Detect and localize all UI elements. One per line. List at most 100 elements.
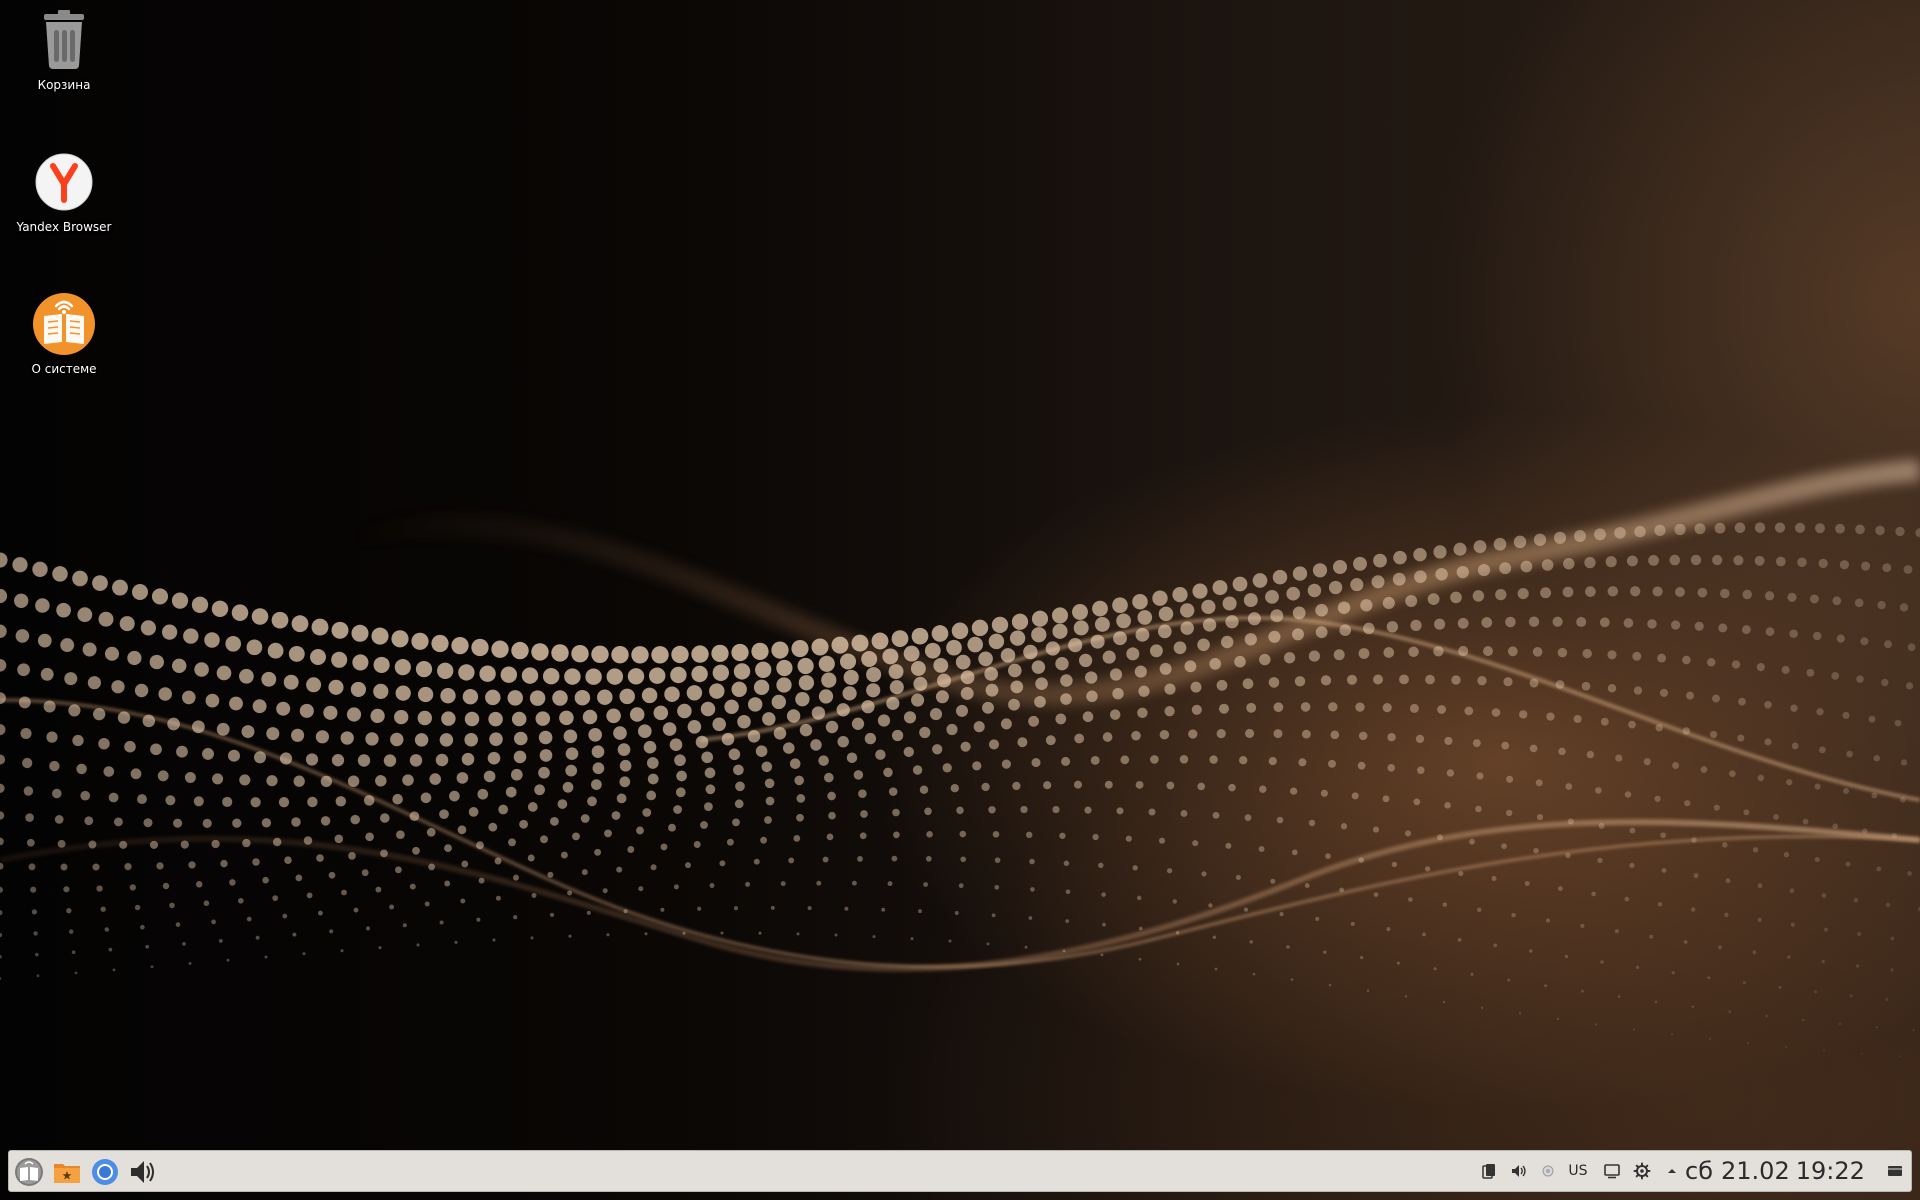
particle-dot xyxy=(323,705,338,720)
file-manager-button[interactable] xyxy=(51,1156,83,1188)
particle-dot xyxy=(1294,676,1306,687)
particle-dot xyxy=(547,871,554,878)
tray-status-indicator[interactable] xyxy=(1537,1151,1559,1191)
particle-dot xyxy=(272,837,282,847)
particle-dot xyxy=(794,775,805,786)
yandex-browser-icon xyxy=(35,153,93,211)
particle-dot xyxy=(1632,1028,1636,1031)
particle-dot xyxy=(1092,833,1099,841)
particle-dot xyxy=(231,604,249,621)
particle-dot xyxy=(1055,713,1067,725)
chromium-button[interactable] xyxy=(89,1156,121,1188)
particle-dot xyxy=(1137,610,1153,625)
particle-dot xyxy=(478,877,485,884)
desktop-icon-yandex-browser[interactable]: Yandex Browser xyxy=(0,150,128,234)
particle-dot xyxy=(988,806,996,814)
particle-dot xyxy=(958,883,964,889)
start-menu-button[interactable] xyxy=(13,1156,45,1188)
particle-dot xyxy=(267,642,284,659)
particle-dot xyxy=(1669,554,1681,566)
particle-dot xyxy=(1259,653,1271,666)
particle-dot xyxy=(824,772,834,783)
particle-dot xyxy=(591,645,609,664)
particle-dot xyxy=(1846,750,1853,758)
particle-dot xyxy=(1009,630,1026,646)
particle-dot xyxy=(1873,754,1881,762)
volume-launcher-button[interactable] xyxy=(127,1156,159,1188)
desktop-icon-about-system[interactable]: О системе xyxy=(0,292,128,376)
particle-dot xyxy=(1404,995,1408,998)
particle-dot xyxy=(1102,650,1116,664)
particle-dot xyxy=(891,729,904,742)
particle-dot xyxy=(1565,783,1573,790)
particle-dot xyxy=(1216,679,1228,691)
particle-dot xyxy=(458,664,475,681)
particle-dot xyxy=(954,911,959,915)
particle-dot xyxy=(1493,537,1507,551)
particle-dot xyxy=(68,704,81,717)
particle-dot xyxy=(348,852,356,860)
particle-dot xyxy=(246,639,263,656)
particle-dot xyxy=(366,926,370,931)
particle-dot xyxy=(1308,650,1320,662)
particle-dot xyxy=(1654,524,1666,537)
particle-dot xyxy=(1315,626,1328,639)
particle-dot xyxy=(1457,938,1462,942)
particle-dot xyxy=(891,855,898,862)
particle-dot xyxy=(1557,647,1568,658)
particle-dot xyxy=(843,669,859,685)
particle-dot xyxy=(175,922,181,927)
particle-dot xyxy=(108,792,119,803)
tray-clock[interactable]: сб 21.02 19:22 xyxy=(1685,1151,1879,1191)
particle-dot xyxy=(1425,674,1435,685)
particle-dot xyxy=(1172,899,1178,904)
particle-dot xyxy=(924,807,932,816)
particle-dot xyxy=(712,717,726,732)
show-desktop-button[interactable] xyxy=(1881,1151,1909,1191)
tray-volume[interactable] xyxy=(1507,1151,1531,1191)
particle-dot xyxy=(347,775,360,787)
particle-dot xyxy=(796,794,806,803)
particle-dot xyxy=(1884,640,1892,649)
tray-clipboard[interactable] xyxy=(1477,1151,1501,1191)
particle-dot xyxy=(511,711,527,727)
particle-dot xyxy=(1417,766,1425,775)
particle-dot xyxy=(396,830,405,840)
particle-dot xyxy=(1868,715,1876,723)
particle-dot xyxy=(925,855,932,862)
particle-dot xyxy=(828,811,836,820)
particle-dot xyxy=(1734,522,1746,534)
particle-dot xyxy=(489,732,503,746)
particle-dot xyxy=(903,645,920,662)
particle-dot xyxy=(776,659,793,677)
particle-dot xyxy=(33,931,38,936)
particle-dot xyxy=(54,815,64,824)
desktop-icon-trash[interactable]: Корзина xyxy=(0,8,128,92)
particle-dot xyxy=(202,818,212,829)
particle-dot xyxy=(831,636,849,654)
particle-dot xyxy=(331,621,349,639)
particle-dot xyxy=(1623,618,1634,628)
tray-expand-button[interactable] xyxy=(1661,1151,1683,1191)
particle-dot xyxy=(1073,620,1089,636)
particle-dot xyxy=(911,627,929,645)
particle-dot xyxy=(1600,717,1609,726)
tray-keyboard-layout[interactable]: US xyxy=(1562,1151,1594,1191)
particle-dot xyxy=(171,592,189,609)
tray-settings[interactable] xyxy=(1629,1151,1655,1191)
particle-dot xyxy=(1084,806,1092,814)
tray-display[interactable] xyxy=(1599,1151,1625,1191)
particle-dot xyxy=(1410,619,1422,632)
particle-dot xyxy=(1372,826,1380,833)
particle-dot xyxy=(429,773,441,785)
particle-dot xyxy=(1849,994,1853,998)
particle-dot xyxy=(1339,624,1352,637)
particle-dot xyxy=(882,648,899,665)
particle-dot xyxy=(1506,775,1514,783)
particle-dot xyxy=(597,689,613,705)
particle-dot xyxy=(519,819,529,829)
particle-dot xyxy=(1477,564,1491,577)
particle-dot xyxy=(1024,945,1028,949)
particle-dot xyxy=(1787,955,1791,959)
particle-dot xyxy=(351,624,369,642)
